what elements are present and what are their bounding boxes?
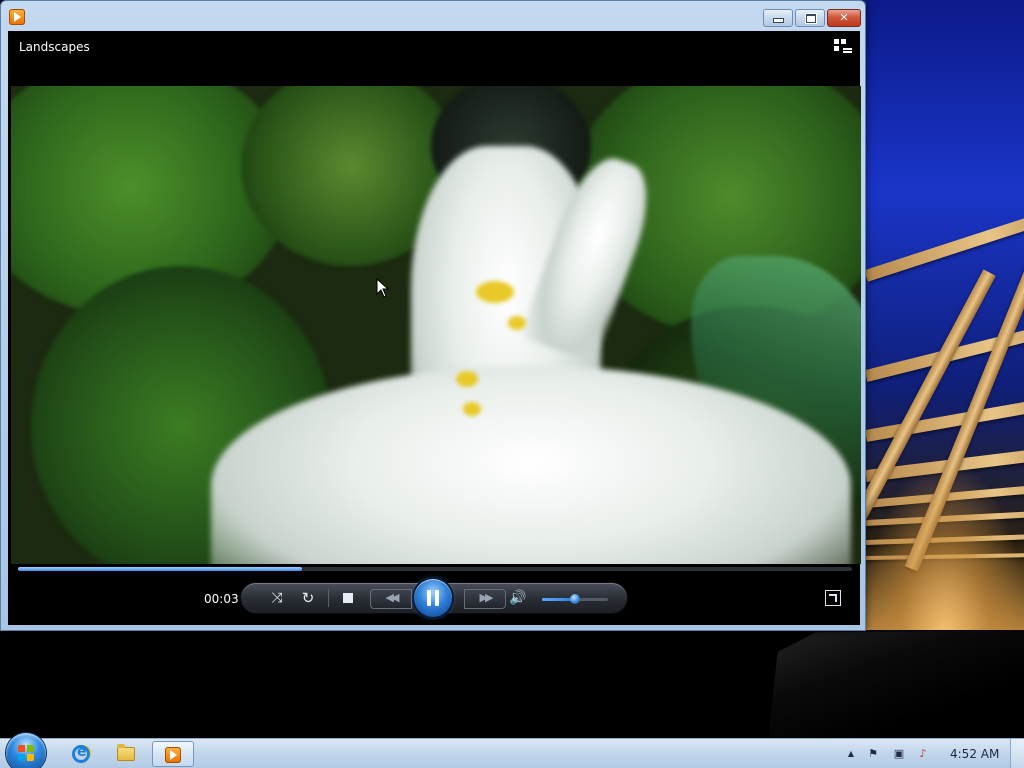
internet-explorer-icon [72, 744, 90, 763]
controls-divider [328, 589, 329, 607]
wallpaper-bridge-glow [866, 470, 1024, 640]
action-center-flag-icon[interactable]: ⚑ [866, 747, 880, 761]
volume-muted-icon[interactable]: ♪ [916, 747, 930, 761]
video-title: Landscapes [19, 40, 90, 54]
pause-icon [427, 590, 431, 606]
show-hidden-icons-button[interactable]: ▲ [844, 747, 858, 761]
windows-logo-icon [18, 745, 34, 761]
maximize-button[interactable] [795, 9, 825, 27]
folder-icon [117, 744, 135, 761]
wallpaper-hill [0, 630, 1024, 738]
stop-button[interactable] [338, 588, 358, 608]
start-button[interactable] [6, 733, 46, 768]
elapsed-time: 00:03 [204, 592, 239, 606]
repeat-button[interactable]: ↻ [298, 588, 318, 608]
minimize-button[interactable] [763, 9, 793, 27]
player-client-area: Landscapes 00:03 ⤨ ↻ ◀◀ ▶▶ 🔊 [8, 31, 861, 625]
taskbar: ▲ ⚑ ▣ ♪ 4:52 AM [0, 733, 1024, 768]
seek-bar-progress [18, 567, 302, 571]
taskbar-windows-explorer[interactable] [105, 741, 147, 767]
taskbar-media-player[interactable] [152, 741, 194, 767]
shuffle-button[interactable]: ⤨ [267, 588, 287, 608]
pause-icon [435, 590, 439, 606]
show-desktop-button[interactable] [1010, 739, 1024, 768]
volume-slider-handle[interactable] [570, 594, 580, 604]
media-player-window: ✕ Landscapes 00:03 ⤨ ↻ ◀◀ ▶▶ 🔊 [0, 0, 866, 631]
fullscreen-icon[interactable] [825, 590, 841, 606]
volume-slider[interactable] [542, 594, 608, 604]
seek-bar[interactable] [18, 567, 852, 571]
volume-icon[interactable]: 🔊 [508, 588, 528, 608]
close-button[interactable]: ✕ [827, 9, 861, 27]
taskbar-internet-explorer[interactable] [60, 741, 102, 767]
switch-to-library-icon[interactable] [834, 39, 852, 55]
pause-button[interactable] [414, 579, 452, 617]
taskbar-clock[interactable]: 4:52 AM [950, 747, 999, 761]
next-button[interactable]: ▶▶ [464, 589, 506, 609]
video-frame[interactable] [11, 86, 861, 564]
media-player-icon [165, 747, 181, 763]
mouse-cursor-icon [376, 278, 390, 298]
network-icon[interactable]: ▣ [892, 747, 906, 761]
title-bar[interactable]: ✕ [1, 1, 865, 31]
previous-button[interactable]: ◀◀ [370, 589, 412, 609]
media-player-icon[interactable] [9, 9, 25, 25]
